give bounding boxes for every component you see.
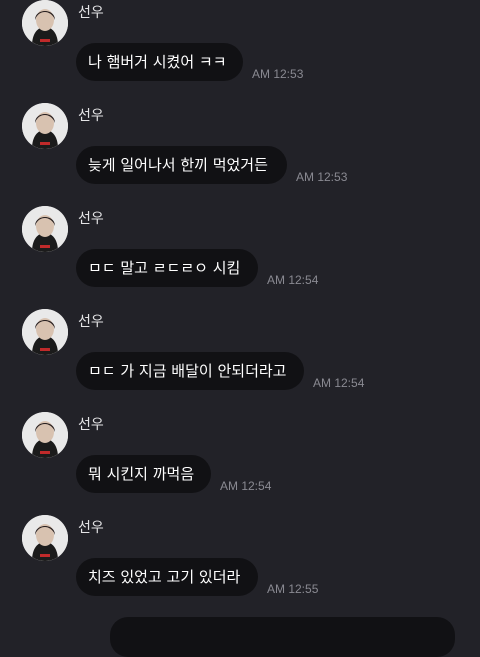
message-timestamp: AM 12:53 — [296, 170, 348, 184]
sender-name: 선우 — [78, 211, 104, 227]
message-row: 선우 ㅁㄷ 말고 ㄹㄷㄹㅇ 시킴 AM 12:54 — [0, 206, 480, 310]
sender-name: 선우 — [78, 314, 104, 330]
avatar[interactable] — [22, 103, 68, 149]
message-timestamp: AM 12:55 — [267, 582, 319, 596]
message-bubble[interactable]: 치즈 있었고 고기 있더라 — [76, 558, 258, 596]
message-row: 선우 치즈 있었고 고기 있더라 AM 12:55 — [0, 515, 480, 619]
message-timestamp: AM 12:54 — [220, 479, 272, 493]
sender-name: 선우 — [78, 5, 104, 21]
message-timestamp: AM 12:53 — [252, 67, 304, 81]
message-timestamp: AM 12:54 — [267, 273, 319, 287]
message-bubble[interactable]: 나 햄버거 시켰어 ㅋㅋ — [76, 43, 243, 81]
message-timestamp: AM 12:54 — [313, 376, 365, 390]
message-bubble[interactable]: ㅁㄷ 가 지금 배달이 안되더라고 — [76, 352, 304, 390]
message-row: 선우 나 햄버거 시켰어 ㅋㅋ AM 12:53 — [0, 0, 480, 104]
sender-name: 선우 — [78, 108, 104, 124]
message-bubble-partial[interactable] — [110, 617, 455, 657]
sender-name: 선우 — [78, 417, 104, 433]
message-row: 선우 늦게 일어나서 한끼 먹었거든 AM 12:53 — [0, 103, 480, 207]
avatar[interactable] — [22, 309, 68, 355]
message-row: 선우 뭐 시킨지 까먹음 AM 12:54 — [0, 412, 480, 516]
avatar[interactable] — [22, 412, 68, 458]
message-bubble[interactable]: ㅁㄷ 말고 ㄹㄷㄹㅇ 시킴 — [76, 249, 258, 287]
message-row: 선우 ㅁㄷ 가 지금 배달이 안되더라고 AM 12:54 — [0, 309, 480, 413]
message-bubble[interactable]: 뭐 시킨지 까먹음 — [76, 455, 211, 493]
avatar[interactable] — [22, 206, 68, 252]
chat-area: 선우 나 햄버거 시켰어 ㅋㅋ AM 12:53 선우 늦게 일어나서 한끼 먹… — [0, 0, 480, 657]
avatar[interactable] — [22, 0, 68, 46]
sender-name: 선우 — [78, 520, 104, 536]
message-bubble[interactable]: 늦게 일어나서 한끼 먹었거든 — [76, 146, 287, 184]
avatar[interactable] — [22, 515, 68, 561]
